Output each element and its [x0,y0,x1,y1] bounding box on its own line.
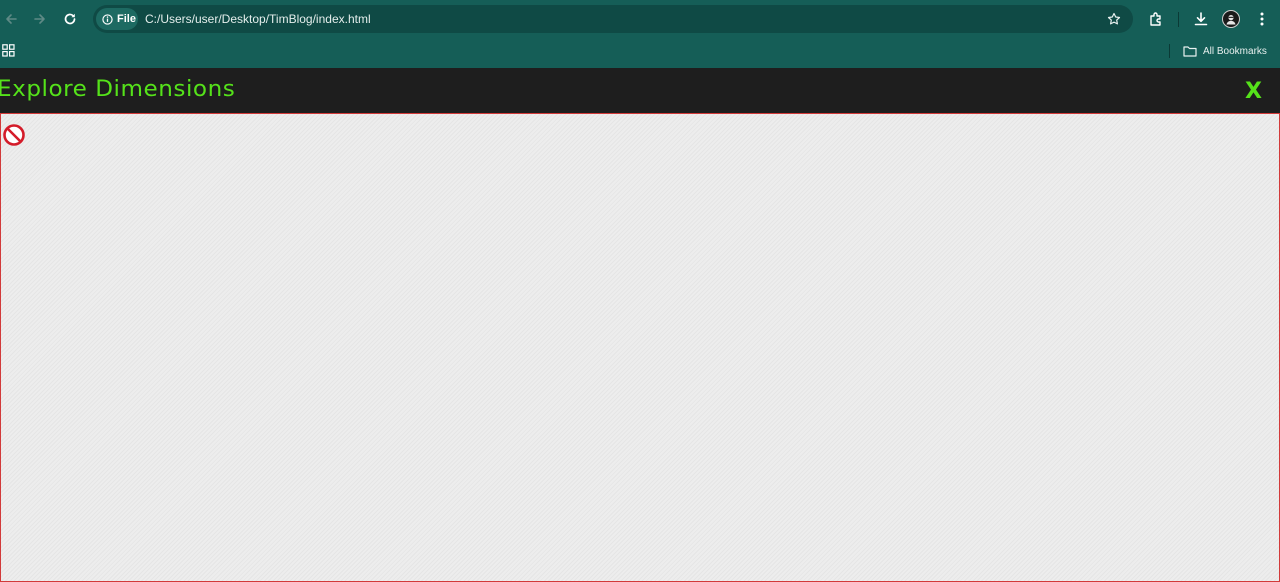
bookmark-star-button[interactable] [1105,10,1123,28]
bookmarks-bar: All Bookmarks [0,38,1280,64]
web-page: Explore Dimensions X [0,68,1280,582]
profile-avatar-button[interactable] [1222,10,1240,28]
all-bookmarks-label: All Bookmarks [1203,45,1267,57]
bookmarks-divider [1169,44,1170,58]
info-icon [102,13,113,25]
site-chip-label: File [117,13,136,25]
browser-menu-button[interactable] [1251,8,1273,30]
bookmark-star-icon [1107,12,1121,25]
forward-arrow-icon [34,14,45,24]
blocked-content-indicator [2,123,26,152]
page-header: Explore Dimensions X [0,68,1280,113]
extensions-button[interactable] [1145,8,1167,30]
content-area [0,113,1280,582]
address-bar[interactable]: File C:/Users/user/Desktop/TimBlog/index… [93,5,1133,33]
url-text[interactable]: C:/Users/user/Desktop/TimBlog/index.html [145,5,371,33]
reload-icon [64,13,76,25]
reload-button[interactable] [59,8,81,30]
all-bookmarks-button[interactable]: All Bookmarks [1183,42,1267,60]
extensions-puzzle-icon [1150,12,1161,26]
no-entry-icon [3,124,25,146]
kebab-menu-icon [1260,12,1264,26]
browser-toolbar: File C:/Users/user/Desktop/TimBlog/index… [0,0,1280,38]
apps-button[interactable] [2,44,15,62]
back-button[interactable] [0,8,22,30]
downloads-button[interactable] [1190,8,1212,30]
site-info-chip[interactable]: File [96,8,138,30]
apps-grid-icon [2,44,15,57]
browser-chrome: File C:/Users/user/Desktop/TimBlog/index… [0,0,1280,68]
profile-avatar-icon [1226,15,1236,25]
forward-button[interactable] [29,8,51,30]
toolbar-divider [1178,12,1179,27]
folder-icon [1183,46,1197,57]
close-button[interactable]: X [1245,78,1262,106]
download-icon [1194,12,1208,26]
page-title: Explore Dimensions [0,77,236,102]
back-arrow-icon [6,14,17,24]
